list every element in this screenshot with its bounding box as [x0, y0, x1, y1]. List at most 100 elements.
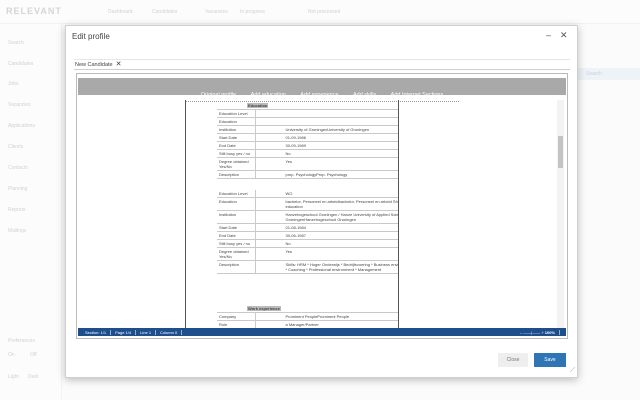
table-row: Degree obtained Yes/NoYes [217, 158, 399, 171]
status-column: Column 0 [156, 330, 182, 335]
field-label: Company [217, 313, 255, 321]
status-page: Page 1/4 [111, 330, 136, 335]
table-row: Still busy yes / noNo [217, 240, 399, 248]
field-label: Still busy yes / no [217, 240, 255, 248]
table-row: CompanyProminent PeopleProminent People [217, 313, 399, 321]
table-row: End Date30-06-1987 [217, 232, 399, 240]
field-label: Description [217, 261, 255, 274]
table-row: Still busy yes / noNo [217, 150, 399, 158]
nav-item[interactable]: Dashboard [108, 9, 132, 15]
table-row: Educationbachelor, Personeel en arbeidba… [217, 198, 399, 211]
nav-item[interactable]: Candidates [152, 9, 177, 15]
sidebar-item[interactable]: Reports [8, 207, 26, 213]
logo: RELEVANT [6, 6, 62, 16]
field-label: Start Date [217, 134, 255, 142]
dialog-title: Edit profile [72, 32, 110, 41]
table-row: DescriptionSkills: HRM * Hoger Onderwijs… [217, 261, 399, 274]
tab-close-icon[interactable]: ✕ [116, 61, 122, 68]
edit-profile-dialog: Edit profile – ✕ New Candidate✕ Original… [65, 25, 578, 378]
field-label: End Date [217, 142, 255, 150]
field-value[interactable]: bachelor, Personeel en arbeidbachelor, P… [255, 198, 399, 211]
toggle-off[interactable]: Off [30, 352, 37, 358]
table-row: Start Date01-09-1986 [217, 134, 399, 142]
status-bar: Section: 1/1Page 1/4Line 1Column 0 – ——|… [78, 328, 566, 336]
field-label: Start Date [217, 224, 255, 232]
status-section: Section: 1/1 [81, 330, 111, 335]
field-label: Education [217, 198, 255, 211]
nav-item[interactable]: In progress [240, 9, 265, 15]
field-value[interactable]: No [255, 240, 399, 248]
table-row: Education [217, 118, 399, 126]
field-label: Still busy yes / no [217, 150, 255, 158]
nav-item[interactable]: Not processed [308, 9, 340, 15]
table-row: Degree obtained Yes/NoYes [217, 248, 399, 261]
field-value[interactable]: 01-09-1986 [255, 134, 399, 142]
field-label: Description [217, 171, 255, 179]
field-value[interactable] [255, 118, 399, 126]
resize-grip-icon[interactable]: ⟋ [570, 367, 575, 375]
sidebar-item[interactable]: Candidates [8, 61, 33, 67]
editor-toolbar: Original profile Add education Add exper… [78, 78, 566, 95]
field-label: Education Level [217, 190, 255, 198]
sidebar-item[interactable]: Clients [8, 144, 23, 150]
field-label: Education Level [217, 110, 255, 118]
field-value[interactable]: No [255, 150, 399, 158]
education-table-2: Education LevelWOEducationbachelor, Pers… [217, 190, 399, 274]
field-label: Institution [217, 211, 255, 224]
section-header: Work experience [247, 306, 281, 311]
table-row: Education Level [217, 110, 399, 118]
save-button[interactable]: Save [534, 353, 566, 367]
table-row: Education LevelWO [217, 190, 399, 198]
search-button[interactable]: Search [578, 68, 640, 80]
top-bar: RELEVANT Dashboard Candidates Vacancies … [0, 0, 640, 24]
field-value[interactable]: Hanzehogeschool Groningen / Hanze Univer… [255, 211, 399, 224]
sidebar-item[interactable]: Vacancies [8, 102, 31, 108]
minimize-icon[interactable]: – [546, 30, 551, 40]
vertical-scrollbar[interactable] [557, 100, 564, 329]
sidebar-item[interactable]: Applications [8, 123, 35, 129]
document-editor[interactable]: Original profile Add education Add exper… [76, 73, 568, 339]
field-value[interactable]: Skills: HRM * Hoger Onderwijs * Bedrijfs… [255, 261, 399, 274]
sidebar-item[interactable]: Mailings [8, 228, 26, 234]
zoom-level: 100% [545, 330, 555, 335]
field-value[interactable]: Yes [255, 248, 399, 261]
field-value[interactable]: Prominent PeopleProminent People [255, 313, 399, 321]
work-table: Work experience CompanyProminent PeoplePr… [217, 305, 399, 329]
tab-label: New Candidate [75, 62, 113, 68]
document-page[interactable]: EducationEducation LevelEducationInstitu… [185, 100, 399, 329]
table-row: InstitutionUniversity of GroningenUniver… [217, 126, 399, 134]
status-line: Line 1 [136, 330, 156, 335]
sidebar: Search Candidates Jobs Vacancies Applica… [0, 24, 62, 400]
field-label: Degree obtained Yes/No [217, 158, 255, 171]
field-value[interactable]: Yes [255, 158, 399, 171]
field-value[interactable]: 30-09-1989 [255, 142, 399, 150]
theme-light[interactable]: Light [8, 374, 19, 380]
zoom-slider[interactable]: – ——|—— + 100% [516, 330, 560, 335]
toggle-on[interactable]: On [8, 352, 15, 358]
field-label: End Date [217, 232, 255, 240]
sidebar-item[interactable]: Search [8, 40, 24, 46]
sidebar-item[interactable]: Contacts [8, 165, 28, 171]
table-row: InstitutionHanzehogeschool Groningen / H… [217, 211, 399, 224]
close-icon[interactable]: ✕ [560, 30, 568, 41]
table-row: Start Date01-08-1984 [217, 224, 399, 232]
tab-new-candidate[interactable]: New Candidate✕ [75, 59, 121, 68]
sidebar-item[interactable]: Jobs [8, 81, 19, 87]
sidebar-item[interactable]: Planning [8, 186, 27, 192]
section-header: Education [247, 103, 268, 108]
field-value[interactable]: prop. PsychologyProp. Psychology [255, 171, 399, 179]
field-label: Institution [217, 126, 255, 134]
table-row: Descriptionprop. PsychologyProp. Psychol… [217, 171, 399, 179]
close-button[interactable]: Close [498, 353, 528, 367]
field-label: Degree obtained Yes/No [217, 248, 255, 261]
preferences-label: Preferences [8, 338, 35, 344]
field-value[interactable] [255, 110, 399, 118]
field-value[interactable]: WO [255, 190, 399, 198]
nav-item[interactable]: Vacancies [205, 9, 228, 15]
theme-dark[interactable]: Dark [28, 374, 39, 380]
field-label: Education [217, 118, 255, 126]
field-value[interactable]: 30-06-1987 [255, 232, 399, 240]
field-value[interactable]: 01-08-1984 [255, 224, 399, 232]
field-value[interactable]: University of GroningenUniversity of Gro… [255, 126, 399, 134]
table-row: End Date30-09-1989 [217, 142, 399, 150]
